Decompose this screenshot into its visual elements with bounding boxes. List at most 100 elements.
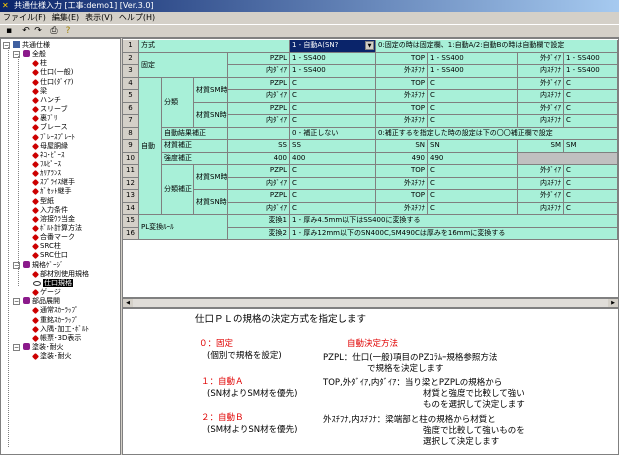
field-value[interactable]: C bbox=[290, 77, 376, 90]
field-value[interactable]: C bbox=[290, 202, 376, 215]
tree-item[interactable]: ﾈｺ･ﾋﾟｰｽ bbox=[31, 151, 65, 160]
field-value[interactable]: C bbox=[564, 115, 618, 128]
tree-group[interactable]: 規格ｹﾞｰｼﾞ bbox=[23, 260, 64, 270]
field-value[interactable]: C bbox=[290, 190, 376, 203]
field-label: PZPL bbox=[228, 77, 290, 90]
undo-icon[interactable]: ↶ bbox=[20, 26, 32, 37]
auto-correct-value[interactable]: 0 - 補正しない bbox=[290, 127, 376, 140]
pl-rule-value[interactable]: 1 - 厚み12mm以下のSN400C,SM490Cは厚みを16mmに変換する bbox=[290, 227, 618, 240]
tree-item[interactable]: 溶接ｳﾗ当金 bbox=[31, 215, 75, 224]
field-value[interactable]: SS bbox=[290, 140, 376, 153]
tree-item[interactable]: SRC柱 bbox=[31, 242, 61, 251]
tree-item[interactable]: 通常ｽｶｰﾗｯﾌﾟ bbox=[31, 306, 79, 315]
field-value[interactable]: C bbox=[564, 202, 618, 215]
collapse-icon[interactable]: − bbox=[13, 343, 20, 351]
help-icon[interactable]: ? bbox=[62, 26, 74, 37]
field-value[interactable]: 1 - SS400 bbox=[428, 52, 518, 65]
field-value[interactable]: C bbox=[290, 90, 376, 103]
scroll-right-icon[interactable]: ▶ bbox=[608, 299, 618, 307]
tree-item[interactable]: SRC仕口 bbox=[31, 251, 68, 260]
print-icon[interactable]: ⎙ bbox=[48, 26, 60, 37]
tree-item[interactable]: ｽﾌﾟﾗｲｽ継手 bbox=[31, 178, 75, 187]
tree-item[interactable]: ｶﾘｱﾗﾝｽ bbox=[31, 169, 61, 178]
tree-root[interactable]: 共通仕様 bbox=[13, 41, 50, 50]
tree-label: ｶﾘｱﾗﾝｽ bbox=[40, 169, 61, 178]
tree-label: 仕口(ﾀﾞｲｱ) bbox=[40, 77, 74, 86]
save-icon[interactable]: ▪ bbox=[3, 26, 15, 37]
tree-item[interactable]: 裏ﾌﾞﾘ bbox=[31, 114, 58, 123]
menu-edit[interactable]: 編集(E) bbox=[49, 12, 82, 24]
field-value[interactable]: C bbox=[564, 177, 618, 190]
tree-item[interactable]: 合番マーク bbox=[31, 233, 75, 242]
field-value[interactable]: 1 - SS400 bbox=[290, 65, 376, 78]
tree-item[interactable]: 重銘ｽｶｰﾗｯﾌﾟ bbox=[31, 316, 79, 325]
field-label bbox=[228, 127, 290, 140]
field-label: PZPL bbox=[228, 165, 290, 178]
tree-item[interactable]: ﾌﾙﾋﾟｰｽ bbox=[31, 160, 61, 169]
tree-group[interactable]: 塗装･耐火 bbox=[23, 342, 64, 352]
field-value[interactable]: 490 bbox=[428, 152, 518, 165]
field-value[interactable]: C bbox=[290, 102, 376, 115]
tree-item[interactable]: ゲージ bbox=[31, 288, 61, 297]
item-icon bbox=[31, 60, 40, 68]
field-value[interactable]: SN bbox=[428, 140, 518, 153]
tree-label: 共通仕様 bbox=[22, 41, 50, 49]
tree-item[interactable]: 仕口(一般) bbox=[31, 68, 73, 77]
field-value[interactable]: C bbox=[290, 177, 376, 190]
field-value[interactable]: C bbox=[564, 90, 618, 103]
field-value[interactable]: SM bbox=[564, 140, 618, 153]
tree-item[interactable]: ﾎﾞﾙﾄ計算方法 bbox=[31, 224, 82, 233]
dropdown-icon[interactable]: ▼ bbox=[365, 41, 374, 50]
field-value[interactable]: 1 - SS400 bbox=[428, 65, 518, 78]
scroll-left-icon[interactable]: ◀ bbox=[123, 299, 133, 307]
tree-item[interactable]: 柱 bbox=[31, 59, 47, 68]
field-value[interactable]: 1 - SS400 bbox=[564, 52, 618, 65]
tree-item[interactable]: ｶﾞｾｯﾄ継手 bbox=[31, 187, 72, 196]
tree-group[interactable]: 全般 bbox=[23, 50, 46, 59]
tree-item[interactable]: 母屋胴縁 bbox=[31, 142, 68, 151]
field-value[interactable]: C bbox=[428, 202, 518, 215]
field-value[interactable]: C bbox=[564, 102, 618, 115]
tree-item[interactable]: 部材別使用規格 bbox=[31, 270, 89, 279]
field-value[interactable]: C bbox=[428, 165, 518, 178]
field-value[interactable]: C bbox=[428, 190, 518, 203]
tree-item[interactable]: スリーブ bbox=[31, 105, 68, 114]
menu-file[interactable]: ファイル(F) bbox=[0, 12, 49, 24]
tree-item[interactable]: 入力条件 bbox=[31, 206, 68, 215]
tree-item[interactable]: 型紙 bbox=[31, 197, 54, 206]
tree-item[interactable]: ハンチ bbox=[31, 96, 61, 105]
method-select[interactable]: 1 - 自動A(SN? ▼ bbox=[290, 40, 376, 53]
tree-group[interactable]: 部品展開 bbox=[23, 297, 60, 306]
collapse-icon[interactable]: − bbox=[13, 298, 20, 306]
menu-view[interactable]: 表示(V) bbox=[82, 12, 116, 24]
item-icon bbox=[31, 78, 40, 86]
field-value[interactable]: C bbox=[564, 190, 618, 203]
field-value[interactable]: C bbox=[428, 77, 518, 90]
tree-item[interactable]: 帳票･3D表示 bbox=[31, 334, 81, 343]
tree-item[interactable]: 梁 bbox=[31, 87, 47, 96]
field-value[interactable]: C bbox=[428, 102, 518, 115]
pl-rule-value[interactable]: 1 - 厚み4.5mm以下はSS400に変換する bbox=[290, 215, 618, 228]
menu-help[interactable]: ヘルプ(H) bbox=[116, 12, 158, 24]
tree-item[interactable]: 仕口規格 bbox=[33, 278, 73, 288]
tree-label: 全般 bbox=[32, 50, 46, 59]
field-value[interactable]: 1 - SS400 bbox=[564, 65, 618, 78]
field-value[interactable]: C bbox=[428, 177, 518, 190]
redo-icon[interactable]: ↷ bbox=[32, 26, 44, 37]
field-value[interactable]: 400 bbox=[290, 152, 376, 165]
field-value[interactable]: C bbox=[428, 90, 518, 103]
field-value[interactable]: C bbox=[290, 165, 376, 178]
tree-item[interactable]: 入隅･加工･ﾎﾞﾙﾄ bbox=[31, 325, 89, 334]
horizontal-scrollbar[interactable]: ◀ ▶ bbox=[122, 298, 619, 308]
tree-item[interactable]: ブレース bbox=[31, 123, 68, 132]
field-value[interactable]: C bbox=[428, 115, 518, 128]
tree-item[interactable]: 仕口(ﾀﾞｲｱ) bbox=[31, 77, 74, 87]
field-value[interactable]: C bbox=[290, 115, 376, 128]
field-value[interactable]: C bbox=[564, 77, 618, 90]
tree-item[interactable]: 塗装･耐火 bbox=[31, 352, 72, 361]
row-number: 16 bbox=[123, 227, 139, 240]
tree-item[interactable]: ﾌﾞﾚｰｽﾌﾟﾚｰﾄ bbox=[31, 133, 75, 142]
field-value[interactable]: C bbox=[564, 165, 618, 178]
field-value[interactable]: 1 - SS400 bbox=[290, 52, 376, 65]
item-icon bbox=[31, 334, 40, 342]
